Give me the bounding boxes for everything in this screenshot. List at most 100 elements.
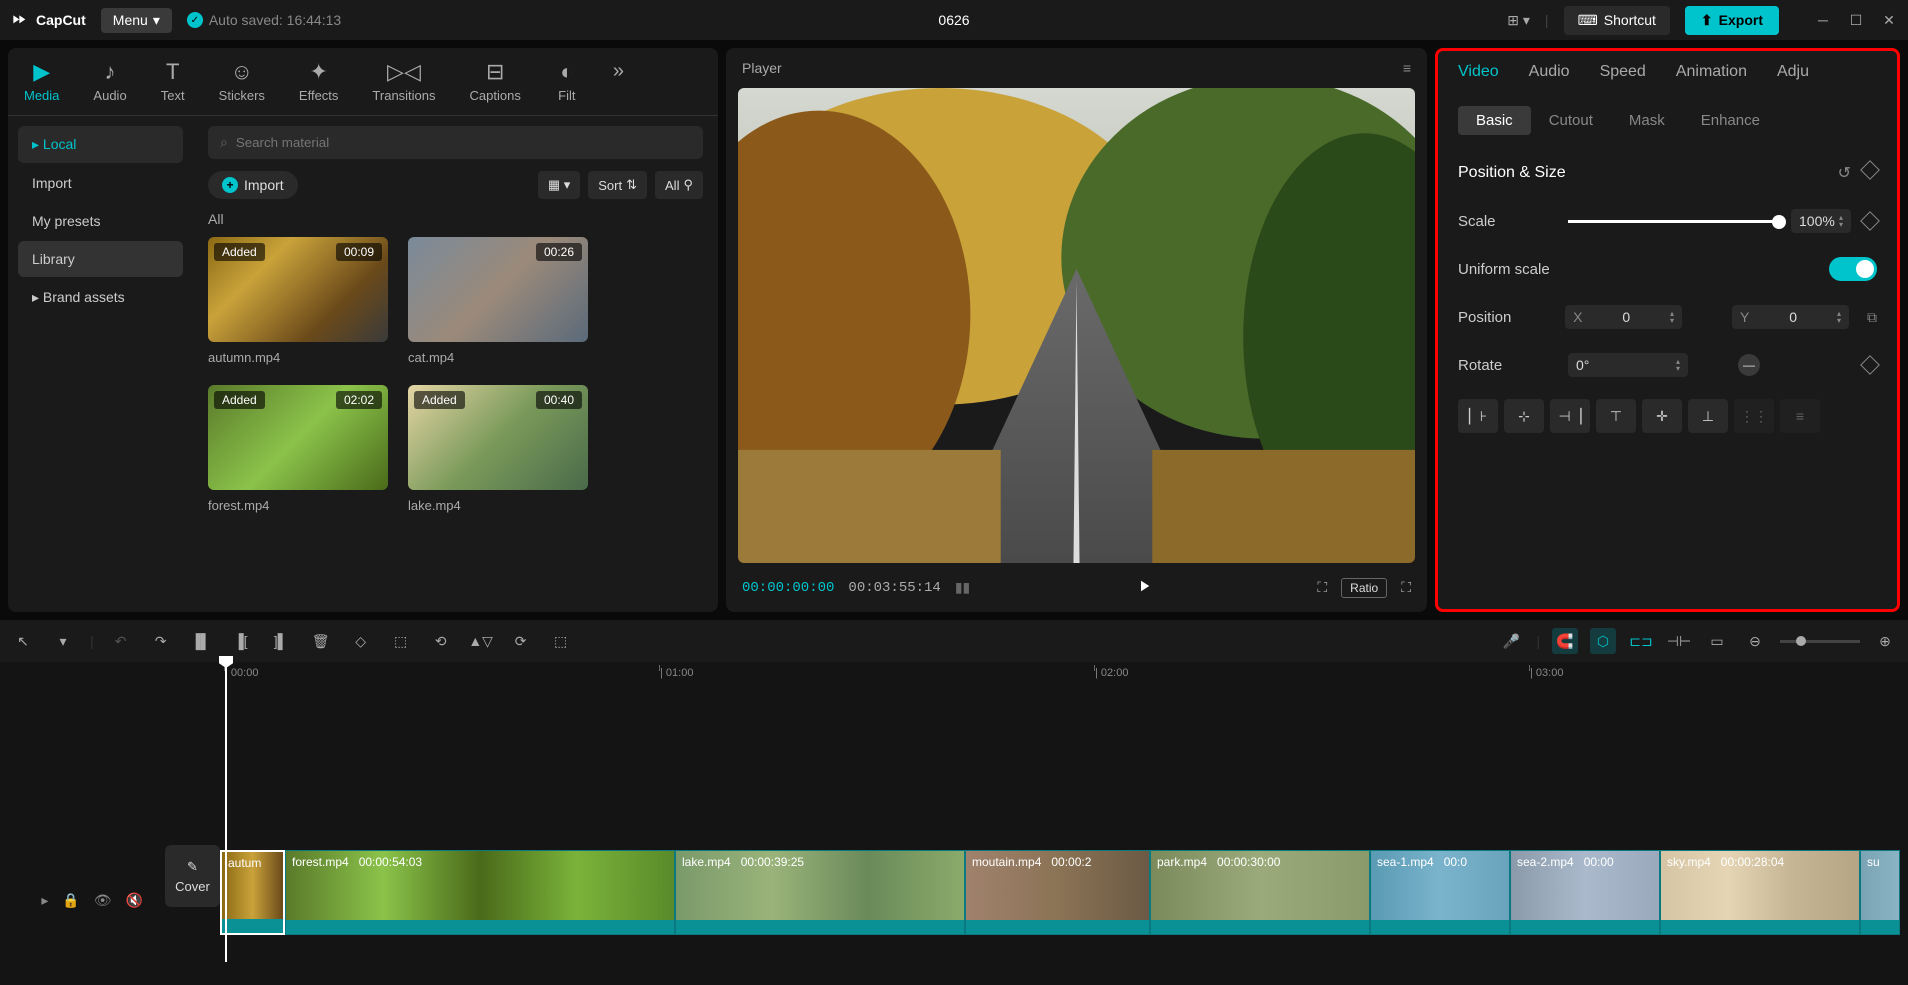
property-tab-video[interactable]: Video <box>1458 63 1499 91</box>
align-hcenter-icon[interactable]: ⊹ <box>1504 399 1544 433</box>
clip[interactable]: moutain.mp4 00:00:2 <box>965 850 1150 935</box>
snap-icon[interactable]: ⊏⊐ <box>1628 628 1654 654</box>
align-bottom-icon[interactable]: ⊥ <box>1688 399 1728 433</box>
tab-effects[interactable]: ✦Effects <box>291 56 347 107</box>
timeline-ruler[interactable]: | 00:00| 01:00| 02:00| 03:00 <box>220 662 1908 690</box>
sidebar-item-library[interactable]: Library <box>18 241 183 277</box>
delete-icon[interactable]: 🗑 <box>308 628 334 654</box>
sort-button[interactable]: Sort ⇅ <box>588 171 647 199</box>
cover-button[interactable]: ✎ Cover <box>165 845 220 907</box>
align-right-icon[interactable]: ⊣▕ <box>1550 399 1590 433</box>
trim-left-icon[interactable]: ▐[ <box>228 628 254 654</box>
screen-icon[interactable]: ▭ <box>1704 628 1730 654</box>
align-left-icon[interactable]: ▏⊦ <box>1458 399 1498 433</box>
clip[interactable]: sea-2.mp4 00:00 <box>1510 850 1660 935</box>
distribute-h-icon[interactable]: ⋮⋮ <box>1734 399 1774 433</box>
minimize-icon[interactable]: ─ <box>1814 11 1832 29</box>
eye-icon[interactable]: 👁 <box>94 892 112 909</box>
trim-right-icon[interactable]: ]▌ <box>268 628 294 654</box>
mute-icon[interactable]: 🔇 <box>126 892 143 909</box>
link-icon[interactable]: ⧉ <box>1867 309 1877 326</box>
scale-value[interactable]: 100%▴▾ <box>1791 209 1851 233</box>
scale-slider[interactable] <box>1568 220 1779 223</box>
marker-icon[interactable]: ◇ <box>348 628 374 654</box>
close-icon[interactable]: ✕ <box>1880 11 1898 29</box>
mirror-icon[interactable]: ▲▽ <box>468 628 494 654</box>
tab-captions[interactable]: ⊟Captions <box>462 56 529 107</box>
crop-icon[interactable]: ⛶ <box>1317 579 1327 596</box>
menu-button[interactable]: Menu ▾ <box>101 8 172 33</box>
position-size-header[interactable]: Position & Size ↺ <box>1458 149 1877 197</box>
media-item[interactable]: 00:26cat.mp4 <box>408 237 588 365</box>
split-icon[interactable]: ▐▌ <box>188 628 214 654</box>
reverse-icon[interactable]: ⟲ <box>428 628 454 654</box>
maximize-icon[interactable]: ☐ <box>1847 11 1865 29</box>
project-title[interactable]: 0626 <box>938 12 969 28</box>
tab-media[interactable]: ▶Media <box>16 56 67 107</box>
lock-icon[interactable]: 🔒 <box>62 892 79 909</box>
sidebar-item-brand-assets[interactable]: ▸ Brand assets <box>18 279 183 316</box>
subtab-enhance[interactable]: Enhance <box>1683 106 1778 135</box>
export-button[interactable]: ⬆ Export <box>1685 6 1779 35</box>
clip[interactable]: sea-1.mp4 00:0 <box>1370 850 1510 935</box>
keyframe-icon[interactable] <box>1860 211 1880 231</box>
property-tab-audio[interactable]: Audio <box>1529 63 1570 91</box>
redo-icon[interactable]: ↷ <box>148 628 174 654</box>
tab-filt[interactable]: ◐Filt <box>547 56 587 107</box>
position-y-input[interactable]: Y 0 ▴▾ <box>1732 305 1849 329</box>
media-item[interactable]: Added00:09autumn.mp4 <box>208 237 388 365</box>
rotate-dial[interactable]: — <box>1738 354 1760 376</box>
track-output-icon[interactable]: ▸ <box>41 892 48 909</box>
sidebar-item-import[interactable]: Import <box>18 165 183 201</box>
shortcut-button[interactable]: ⌨ Shortcut <box>1564 6 1670 35</box>
zoom-out-icon[interactable]: ⊖ <box>1742 628 1768 654</box>
tab-audio[interactable]: ♪Audio <box>85 56 134 107</box>
subtab-mask[interactable]: Mask <box>1611 106 1683 135</box>
filter-all-button[interactable]: All ⚲ <box>655 171 703 199</box>
frame-icon[interactable]: ⬚ <box>388 628 414 654</box>
keyframe-icon[interactable] <box>1860 355 1880 375</box>
link-preview-icon[interactable]: ⬡ <box>1590 628 1616 654</box>
property-tab-adju[interactable]: Adju <box>1777 63 1809 91</box>
subtab-cutout[interactable]: Cutout <box>1531 106 1611 135</box>
distribute-v-icon[interactable]: ≡ <box>1780 399 1820 433</box>
undo-icon[interactable]: ↶ <box>108 628 134 654</box>
property-tab-animation[interactable]: Animation <box>1676 63 1747 91</box>
rotate-input[interactable]: 0° ▴▾ <box>1568 353 1688 377</box>
zoom-in-icon[interactable]: ⊕ <box>1872 628 1898 654</box>
align-top-icon[interactable]: ⊤ <box>1596 399 1636 433</box>
clip[interactable]: autum <box>220 850 285 935</box>
magnet-icon[interactable]: 🧲 <box>1552 628 1578 654</box>
zoom-slider[interactable] <box>1780 640 1860 643</box>
clip[interactable]: park.mp4 00:00:30:00 <box>1150 850 1370 935</box>
ratio-button[interactable]: Ratio <box>1341 578 1387 598</box>
cursor-dropdown-icon[interactable]: ▾ <box>50 628 76 654</box>
sidebar-item-local[interactable]: ▸ Local <box>18 126 183 163</box>
clip[interactable]: lake.mp4 00:00:39:25 <box>675 850 965 935</box>
media-item[interactable]: Added02:02forest.mp4 <box>208 385 388 513</box>
rotate-icon[interactable]: ⟳ <box>508 628 534 654</box>
play-button[interactable] <box>1135 577 1153 598</box>
fullscreen-icon[interactable]: ⛶ <box>1401 579 1411 596</box>
tab-stickers[interactable]: ☺Stickers <box>211 56 273 107</box>
layout-icon[interactable]: ⊞ ▾ <box>1507 12 1530 29</box>
tab-transitions[interactable]: ▷◁Transitions <box>364 56 443 107</box>
cursor-tool-icon[interactable]: ↖ <box>10 628 36 654</box>
divider-icon[interactable]: ⊣⊢ <box>1666 628 1692 654</box>
keyframe-icon[interactable] <box>1860 160 1880 180</box>
property-tab-speed[interactable]: Speed <box>1600 63 1646 91</box>
subtab-basic[interactable]: Basic <box>1458 106 1531 135</box>
tab-text[interactable]: TText <box>153 56 193 107</box>
player-menu-icon[interactable]: ≡ <box>1403 60 1411 76</box>
media-item[interactable]: Added00:40lake.mp4 <box>408 385 588 513</box>
import-button[interactable]: + Import <box>208 171 298 199</box>
mic-icon[interactable]: 🎤 <box>1498 628 1524 654</box>
reset-icon[interactable]: ↺ <box>1838 163 1851 183</box>
clip[interactable]: sky.mp4 00:00:28:04 <box>1660 850 1860 935</box>
grid-view-button[interactable]: ▦ ▾ <box>538 171 580 199</box>
align-vcenter-icon[interactable]: ✛ <box>1642 399 1682 433</box>
clip[interactable]: forest.mp4 00:00:54:03 <box>285 850 675 935</box>
levels-icon[interactable]: ▮▮ <box>955 579 970 596</box>
search-bar[interactable]: ⌕ <box>208 126 703 159</box>
player-viewport[interactable] <box>738 88 1415 563</box>
